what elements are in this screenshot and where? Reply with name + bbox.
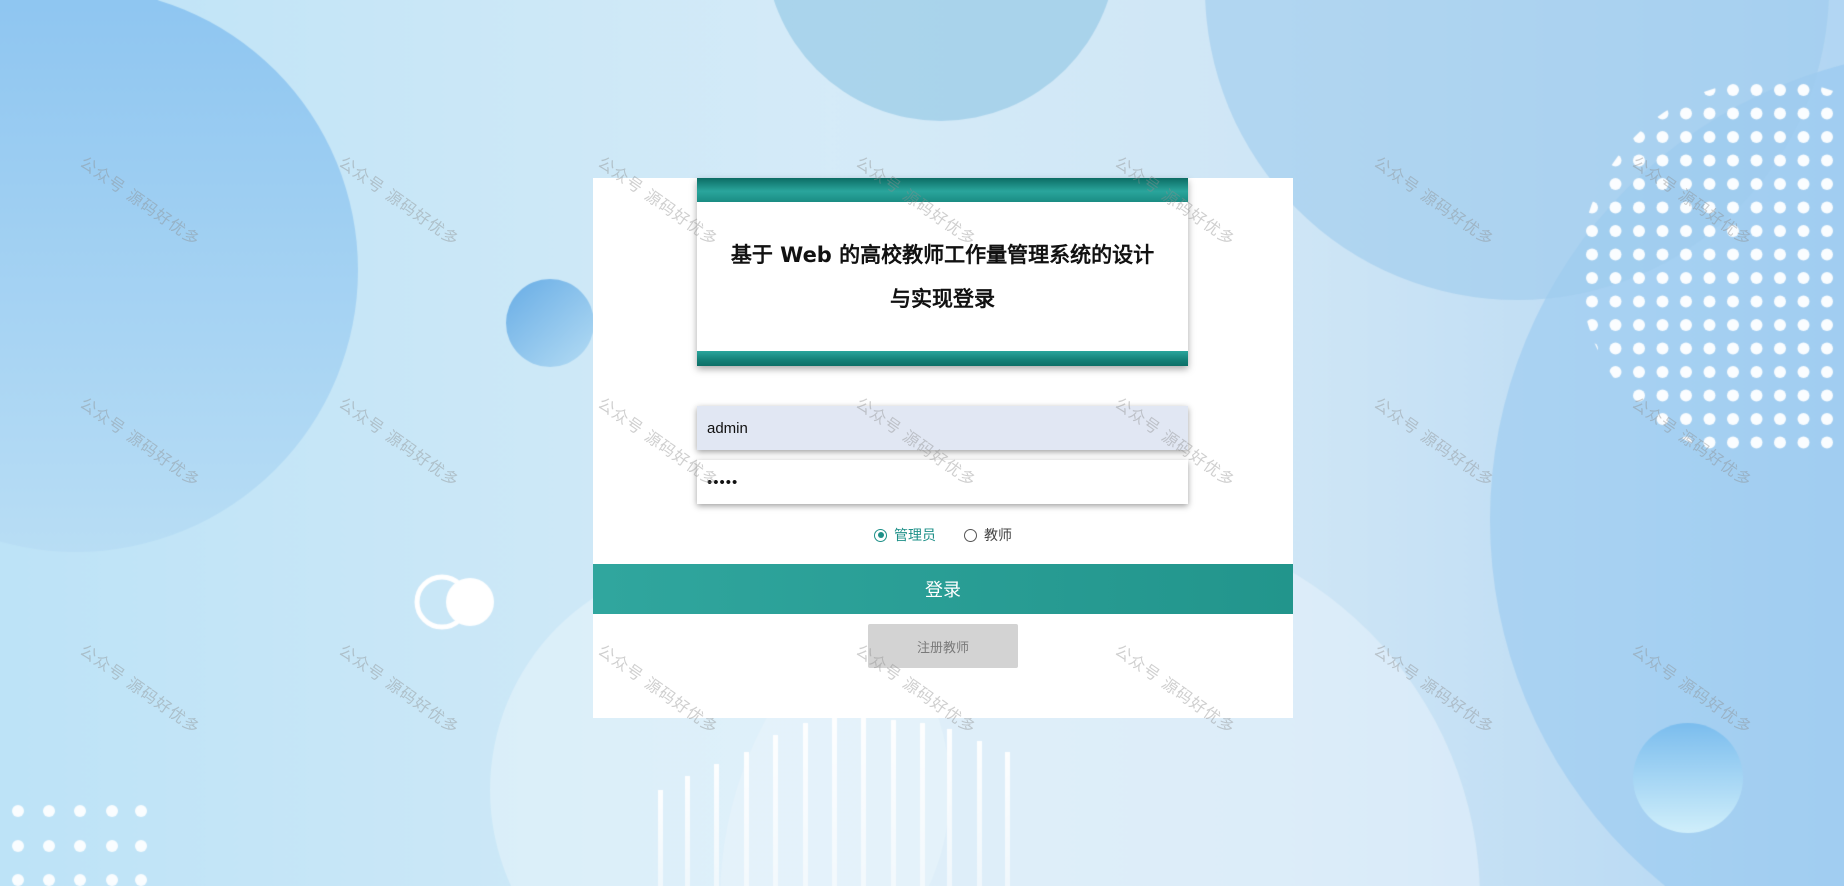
login-card: 基于 Web 的高校教师工作量管理系统的设计 与实现登录 管理员 教师 登录 注…	[593, 178, 1293, 718]
title-top-stripe	[697, 178, 1188, 202]
page-title: 基于 Web 的高校教师工作量管理系统的设计 与实现登录	[697, 202, 1188, 351]
role-option-teacher[interactable]: 教师	[964, 525, 1012, 545]
role-option-admin[interactable]: 管理员	[874, 525, 936, 545]
page-title-line-2: 与实现登录	[890, 286, 995, 311]
page-title-line-1: 基于 Web 的高校教师工作量管理系统的设计	[730, 242, 1155, 267]
password-input[interactable]	[697, 460, 1188, 504]
login-button[interactable]: 登录	[593, 564, 1293, 614]
role-selector: 管理员 教师	[593, 523, 1293, 547]
radio-button-icon[interactable]	[964, 528, 977, 542]
title-panel: 基于 Web 的高校教师工作量管理系统的设计 与实现登录	[697, 178, 1188, 366]
role-label-admin: 管理员	[894, 528, 936, 544]
title-bottom-stripe	[697, 351, 1188, 366]
register-teacher-button[interactable]: 注册教师	[868, 624, 1018, 668]
username-input[interactable]	[697, 406, 1188, 450]
role-label-teacher: 教师	[984, 528, 1012, 544]
radio-button-icon[interactable]	[874, 528, 887, 542]
